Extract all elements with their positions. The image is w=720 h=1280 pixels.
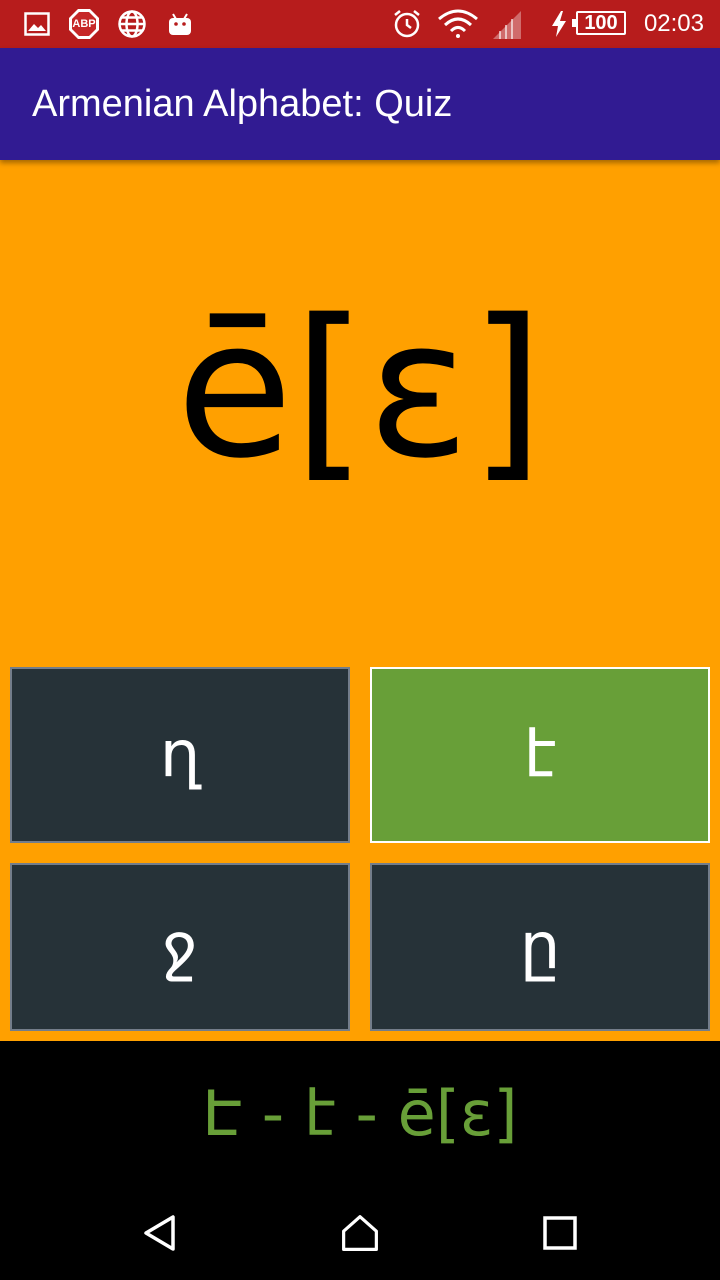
- status-bar: ABP 100 02:03: [0, 0, 720, 48]
- answer-button-2[interactable]: է: [370, 667, 710, 843]
- signal-icon: [490, 8, 524, 40]
- answer-label: է: [523, 718, 557, 792]
- alarm-icon: [390, 8, 424, 40]
- adblock-label: ABP: [72, 18, 96, 30]
- wifi-icon: [436, 8, 480, 40]
- answer-label: ջ: [162, 910, 198, 984]
- home-button[interactable]: [340, 1213, 380, 1253]
- answer-label: ղ: [159, 718, 201, 792]
- clock: 02:03: [643, 10, 704, 37]
- answer-label: ը: [519, 910, 561, 984]
- charging-icon: [548, 8, 570, 40]
- question-text: ē[ɛ]: [176, 279, 544, 500]
- battery-icon: 100: [572, 11, 626, 35]
- recents-button[interactable]: [540, 1213, 580, 1253]
- result-text: Է - է - ē[ɛ]: [202, 1076, 518, 1150]
- question-area: ē[ɛ]: [0, 180, 720, 600]
- answer-button-3[interactable]: ջ: [10, 863, 350, 1031]
- answer-button-4[interactable]: ը: [370, 863, 710, 1031]
- app-bar: Armenian Alphabet: Quiz: [0, 48, 720, 160]
- result-bar: Է - է - ē[ɛ]: [0, 1041, 720, 1185]
- navigation-bar: [0, 1185, 720, 1280]
- home-icon: [342, 1215, 378, 1251]
- battery-level: 100: [584, 12, 618, 34]
- app-title: Armenian Alphabet: Quiz: [32, 82, 453, 125]
- back-button[interactable]: [140, 1213, 180, 1253]
- android-icon: [166, 8, 194, 40]
- adblock-icon: ABP: [68, 8, 100, 40]
- recents-icon: [543, 1216, 577, 1250]
- image-icon: [22, 8, 52, 40]
- back-icon: [144, 1215, 175, 1251]
- globe-icon: [116, 8, 148, 40]
- answer-button-1[interactable]: ղ: [10, 667, 350, 843]
